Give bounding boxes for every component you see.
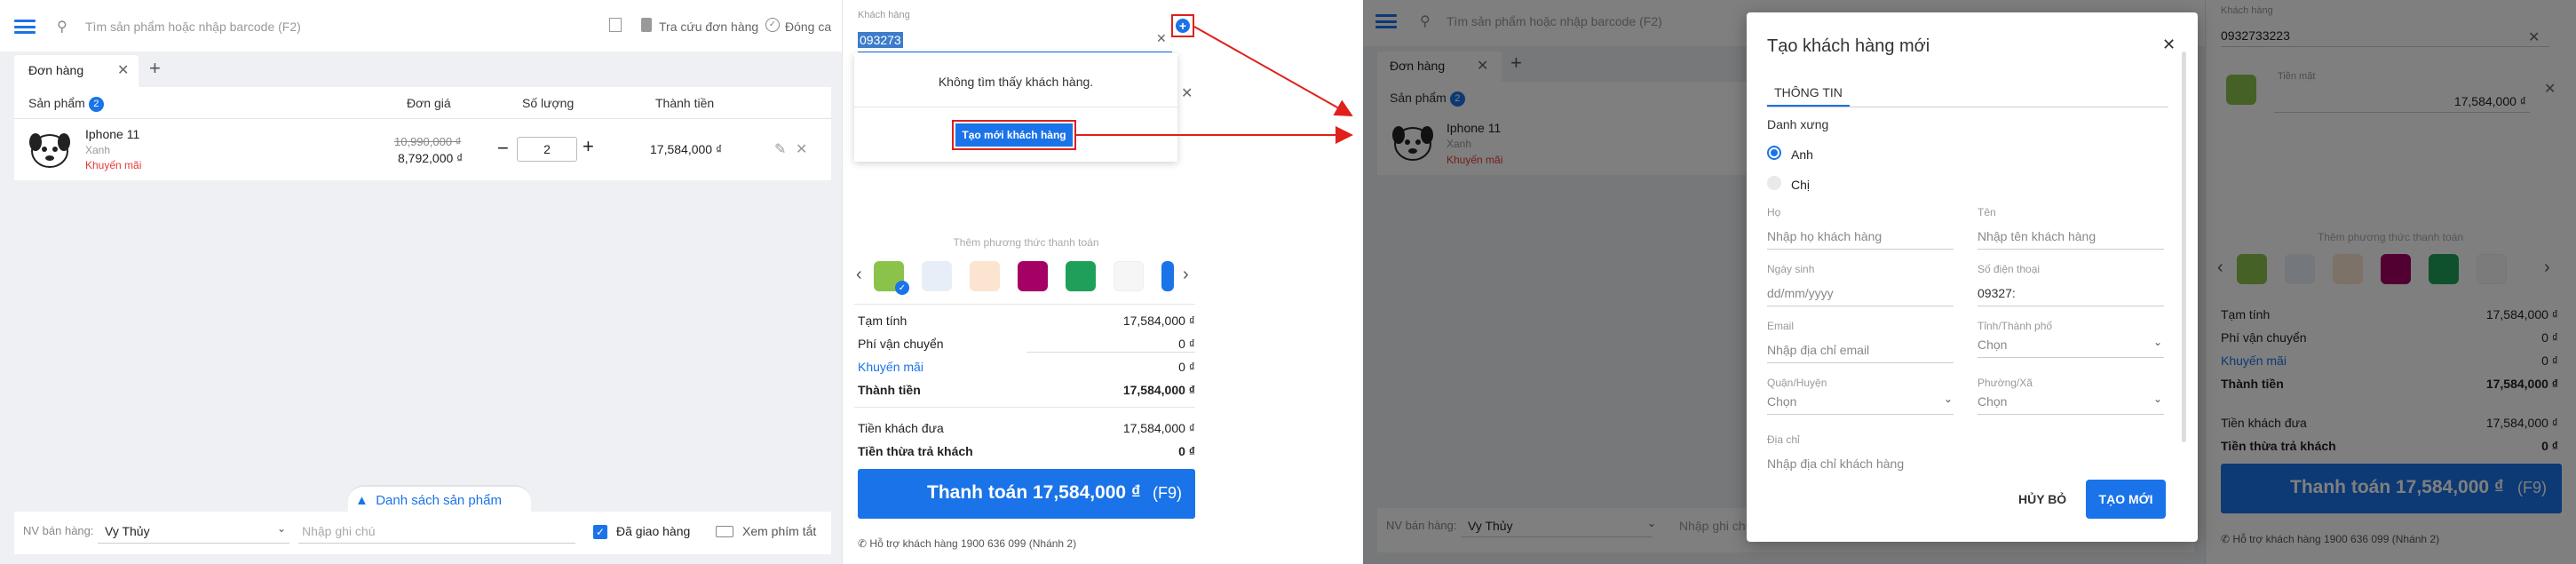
ward-label: Phường/Xã xyxy=(1978,377,2033,389)
ward-select[interactable]: Chọn xyxy=(1978,394,2007,409)
dob-label: Ngày sinh xyxy=(1767,263,1815,275)
district-label: Quận/Huyện xyxy=(1767,377,1827,389)
ward-chevron-down-icon[interactable]: ⌄ xyxy=(2153,393,2162,405)
tab-info[interactable]: THÔNG TIN xyxy=(1767,85,1850,99)
last-name-underline xyxy=(1767,249,1954,250)
radio-chi-label: Chị xyxy=(1791,178,1811,192)
radio-anh-label: Anh xyxy=(1791,147,1813,162)
last-name-input[interactable]: Nhập họ khách hàng xyxy=(1767,229,1882,243)
cancel-button[interactable]: HỦY BỎ xyxy=(2018,492,2066,506)
ward-underline xyxy=(1978,414,2164,415)
email-underline xyxy=(1767,362,1954,363)
first-name-label: Tên xyxy=(1978,206,1996,218)
first-name-underline xyxy=(1978,249,2164,250)
province-select[interactable]: Chọn xyxy=(1978,338,2007,352)
district-chevron-down-icon[interactable]: ⌄ xyxy=(1944,393,1953,405)
create-button[interactable]: TẠO MỚI xyxy=(2086,480,2166,519)
phone-label: Số điện thoại xyxy=(1978,263,2041,275)
modal-scrollbar[interactable] xyxy=(2182,52,2186,442)
right-screenshot: ⚲ Tìm sản phẩm hoặc nhập barcode (F2) Đơ… xyxy=(1363,0,2576,564)
province-underline xyxy=(1978,357,2164,358)
district-underline xyxy=(1767,414,1954,415)
arrow-from-add-icon xyxy=(1193,26,1353,116)
modal-title: Tạo khách hàng mới xyxy=(1767,36,1930,56)
address-label: Địa chỉ xyxy=(1767,433,1800,446)
first-name-input[interactable]: Nhập tên khách hàng xyxy=(1978,229,2096,243)
radio-chi[interactable] xyxy=(1767,176,1781,190)
email-label: Email xyxy=(1767,320,1795,332)
salutation-label: Danh xưng xyxy=(1767,117,1829,131)
last-name-label: Họ xyxy=(1767,206,1781,218)
address-input[interactable]: Nhập địa chỉ khách hàng xyxy=(1767,457,1904,471)
radio-anh[interactable] xyxy=(1767,146,1781,160)
province-chevron-down-icon[interactable]: ⌄ xyxy=(2153,336,2162,348)
province-label: Tỉnh/Thành phố xyxy=(1978,320,2053,332)
email-input[interactable]: Nhập địa chỉ email xyxy=(1767,343,1869,357)
dob-input[interactable]: dd/mm/yyyy xyxy=(1767,286,1834,300)
modal-close-icon[interactable]: ✕ xyxy=(2162,36,2176,54)
district-select[interactable]: Chọn xyxy=(1767,394,1796,409)
phone-input[interactable]: 09327: xyxy=(1978,286,2016,300)
